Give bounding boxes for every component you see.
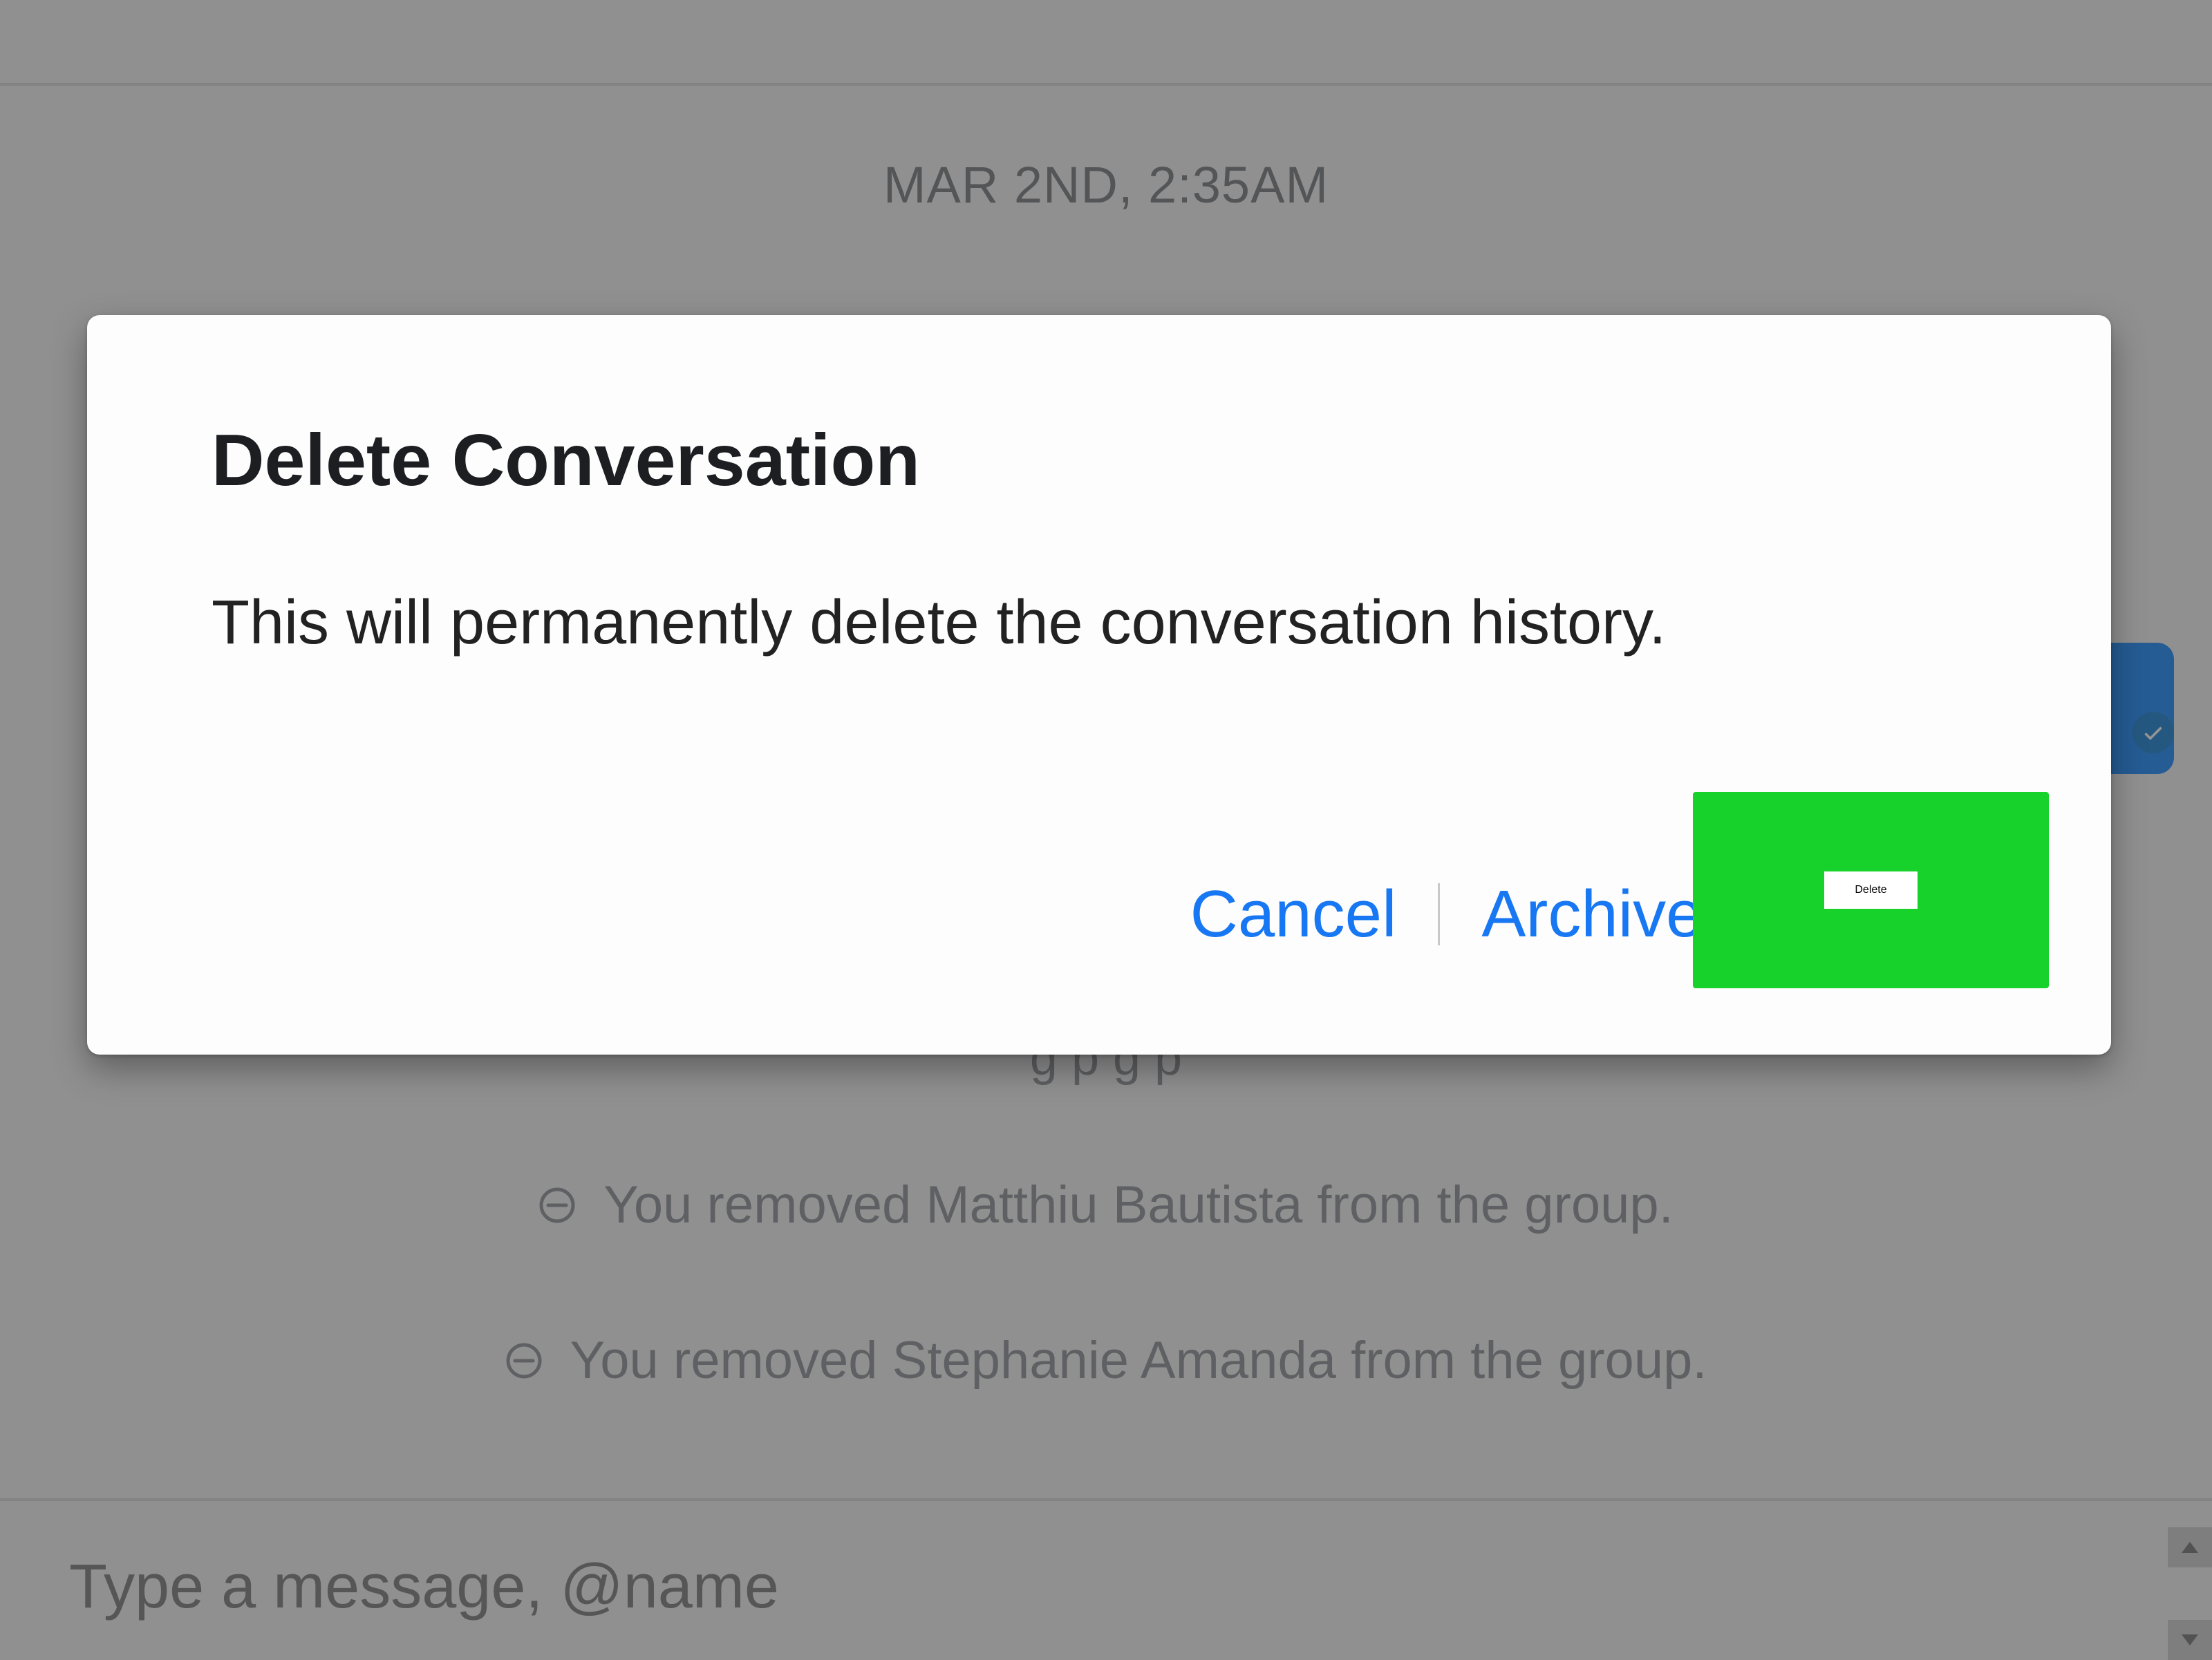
dialog-body: This will permanently delete the convers… [212, 585, 1987, 660]
cancel-button[interactable]: Cancel [1149, 864, 1438, 965]
tutorial-highlight: Delete [1693, 792, 2049, 988]
dialog-title: Delete Conversation [212, 419, 1987, 502]
delete-button[interactable]: Delete [1855, 884, 1886, 896]
delete-conversation-dialog: Delete Conversation This will permanentl… [87, 315, 2111, 1055]
